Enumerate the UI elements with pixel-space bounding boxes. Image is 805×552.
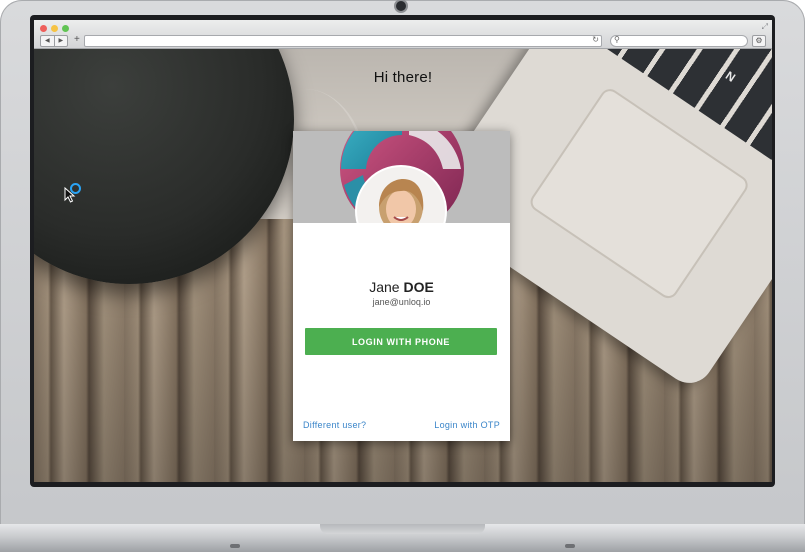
login-card: Jane DOE jane@unloq.io LOGIN WITH PHONE … [293,131,510,441]
webcam-icon [396,1,406,11]
card-header-banner [293,131,510,223]
back-icon[interactable]: ◀ [41,36,55,46]
reload-icon[interactable]: ↻ [592,35,599,44]
settings-icon[interactable]: ⚙ [752,35,766,47]
browser-window: ⤢ ◀ ▶ + ↻ ⚲ ⚙ N M Hi there! [34,20,772,482]
new-tab-button[interactable]: + [74,34,80,45]
close-window-icon[interactable] [40,25,47,32]
mouse-cursor-icon [64,187,76,203]
login-page: N M Hi there! [34,49,772,482]
fullscreen-icon[interactable]: ⤢ [762,22,768,32]
maximize-window-icon[interactable] [62,25,69,32]
greeting-heading: Hi there! [373,69,433,86]
user-full-name: Jane DOE [293,279,510,295]
browser-toolbar: ⤢ ◀ ▶ + ↻ ⚲ ⚙ [34,20,772,49]
address-bar[interactable]: ↻ [84,35,602,47]
forward-icon[interactable]: ▶ [55,36,68,46]
search-field[interactable]: ⚲ [610,35,748,47]
minimize-window-icon[interactable] [51,25,58,32]
laptop-foot-right [565,544,575,548]
login-with-phone-button[interactable]: LOGIN WITH PHONE [305,328,497,355]
user-last-name: DOE [403,279,434,295]
login-with-otp-link[interactable]: Login with OTP [434,420,500,430]
different-user-link[interactable]: Different user? [303,420,366,430]
search-icon: ⚲ [614,35,620,44]
laptop-foot-left [230,544,240,548]
user-email: jane@unloq.io [372,297,431,307]
laptop-base-notch [320,524,485,534]
history-nav: ◀ ▶ [40,35,68,47]
user-first-name: Jane [369,279,400,295]
